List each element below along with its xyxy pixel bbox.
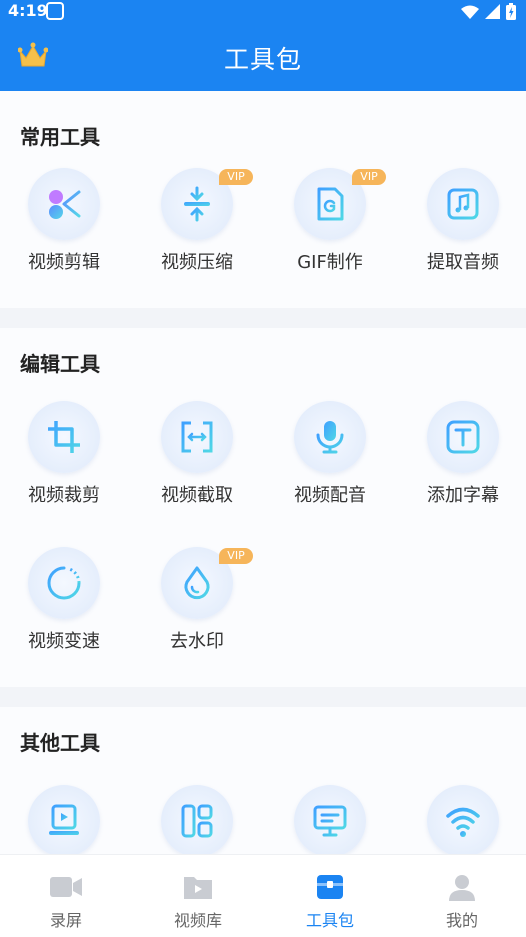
music-icon: [447, 188, 479, 220]
bottom-tab-bar: 录屏 视频库 工具包 我的: [0, 854, 526, 937]
battery-icon: [506, 3, 516, 20]
vip-badge: VIP: [352, 169, 386, 185]
screen-record-icon: [49, 804, 79, 835]
trim-icon: [181, 421, 213, 453]
tab-label: 我的: [445, 911, 478, 930]
compress-icon: [184, 186, 210, 222]
tool-extract-audio[interactable]: 提取音频: [413, 168, 513, 278]
scissors-icon: [49, 190, 81, 219]
tool-other-4[interactable]: [413, 785, 513, 854]
tab-label: 视频库: [173, 911, 222, 930]
tool-add-subtitle[interactable]: 添加字幕: [413, 401, 513, 511]
layout-icon: [181, 804, 213, 838]
tool-label: 视频裁剪: [28, 485, 100, 506]
tool-icon-circle: [294, 785, 366, 854]
app-notification-icon: [46, 2, 64, 20]
camera-icon: [50, 877, 82, 897]
tools-content[interactable]: 常用工具 视频剪辑 VIP 视频压缩 VIP GIF制作 提取音频 编辑工具 视…: [0, 91, 526, 854]
user-icon: [449, 875, 475, 901]
tool-label: 视频压缩: [161, 252, 233, 273]
tool-icon-circle: [28, 401, 100, 473]
tool-icon-circle: [28, 168, 100, 240]
tool-icon-circle: [28, 785, 100, 854]
vip-badge: VIP: [219, 548, 253, 564]
tool-remove-watermark[interactable]: VIP 去水印: [147, 547, 253, 657]
tab-mine[interactable]: 我的: [396, 855, 526, 937]
tool-gif-make[interactable]: VIP GIF制作: [280, 168, 386, 278]
tool-other-1[interactable]: [14, 785, 114, 854]
tab-toolbox[interactable]: 工具包: [264, 855, 396, 937]
tool-icon-circle: [161, 785, 233, 854]
tab-label: 工具包: [305, 911, 354, 930]
subtitle-icon: [446, 420, 480, 454]
tab-record[interactable]: 录屏: [0, 855, 132, 937]
tool-icon-circle: [427, 785, 499, 854]
status-bar: 4:19: [0, 0, 526, 24]
tool-video-edit[interactable]: 视频剪辑: [14, 168, 114, 278]
section-edit-tools: 编辑工具 视频裁剪 视频截取 视频配音 添加字幕 视频变速 VIP 去水印: [0, 328, 526, 687]
section-title: 其他工具: [20, 731, 100, 755]
tool-icon-circle: [427, 168, 499, 240]
crop-icon: [48, 421, 80, 453]
wifi-icon: [446, 807, 480, 837]
section-title: 常用工具: [20, 125, 100, 149]
tool-icon-circle: [427, 401, 499, 473]
tool-label: 视频剪辑: [28, 252, 100, 273]
watermark-drop-icon: [184, 566, 210, 600]
tool-label: 添加字幕: [427, 485, 499, 506]
tool-video-crop[interactable]: 视频裁剪: [14, 401, 114, 511]
tool-other-2[interactable]: [147, 785, 247, 854]
monitor-icon: [313, 805, 347, 837]
tool-video-compress[interactable]: VIP 视频压缩: [147, 168, 253, 278]
section-common-tools: 常用工具 视频剪辑 VIP 视频压缩 VIP GIF制作 提取音频: [0, 91, 526, 308]
tool-video-trim[interactable]: 视频截取: [147, 401, 247, 511]
video-folder-icon: [184, 877, 212, 899]
wifi-status-icon: [461, 5, 479, 19]
page-title: 工具包: [223, 45, 302, 74]
speed-icon: [47, 566, 81, 600]
tool-video-speed[interactable]: 视频变速: [14, 547, 114, 657]
toolbox-icon: [317, 875, 343, 899]
tool-label: 提取音频: [427, 252, 499, 273]
gif-icon: [317, 187, 344, 221]
section-other-tools: 其他工具: [0, 707, 526, 854]
tool-label: 视频截取: [161, 485, 233, 506]
tool-icon-circle: [294, 401, 366, 473]
app-header: 4:19 工具包: [0, 0, 526, 91]
tool-label: 视频变速: [28, 631, 100, 652]
tab-video-library[interactable]: 视频库: [132, 855, 264, 937]
tool-video-dubbing[interactable]: 视频配音: [280, 401, 380, 511]
microphone-icon: [316, 421, 344, 454]
tool-label: 视频配音: [294, 485, 366, 506]
vip-badge: VIP: [219, 169, 253, 185]
section-title: 编辑工具: [20, 352, 100, 376]
tool-other-3[interactable]: [280, 785, 380, 854]
tool-icon-circle: [161, 401, 233, 473]
tool-label: 去水印: [170, 631, 224, 652]
status-time: 4:19: [8, 1, 48, 20]
tool-label: GIF制作: [297, 252, 363, 273]
tab-label: 录屏: [49, 911, 82, 930]
status-indicators: [461, 3, 516, 20]
tool-icon-circle: [28, 547, 100, 619]
signal-icon: [485, 4, 500, 19]
